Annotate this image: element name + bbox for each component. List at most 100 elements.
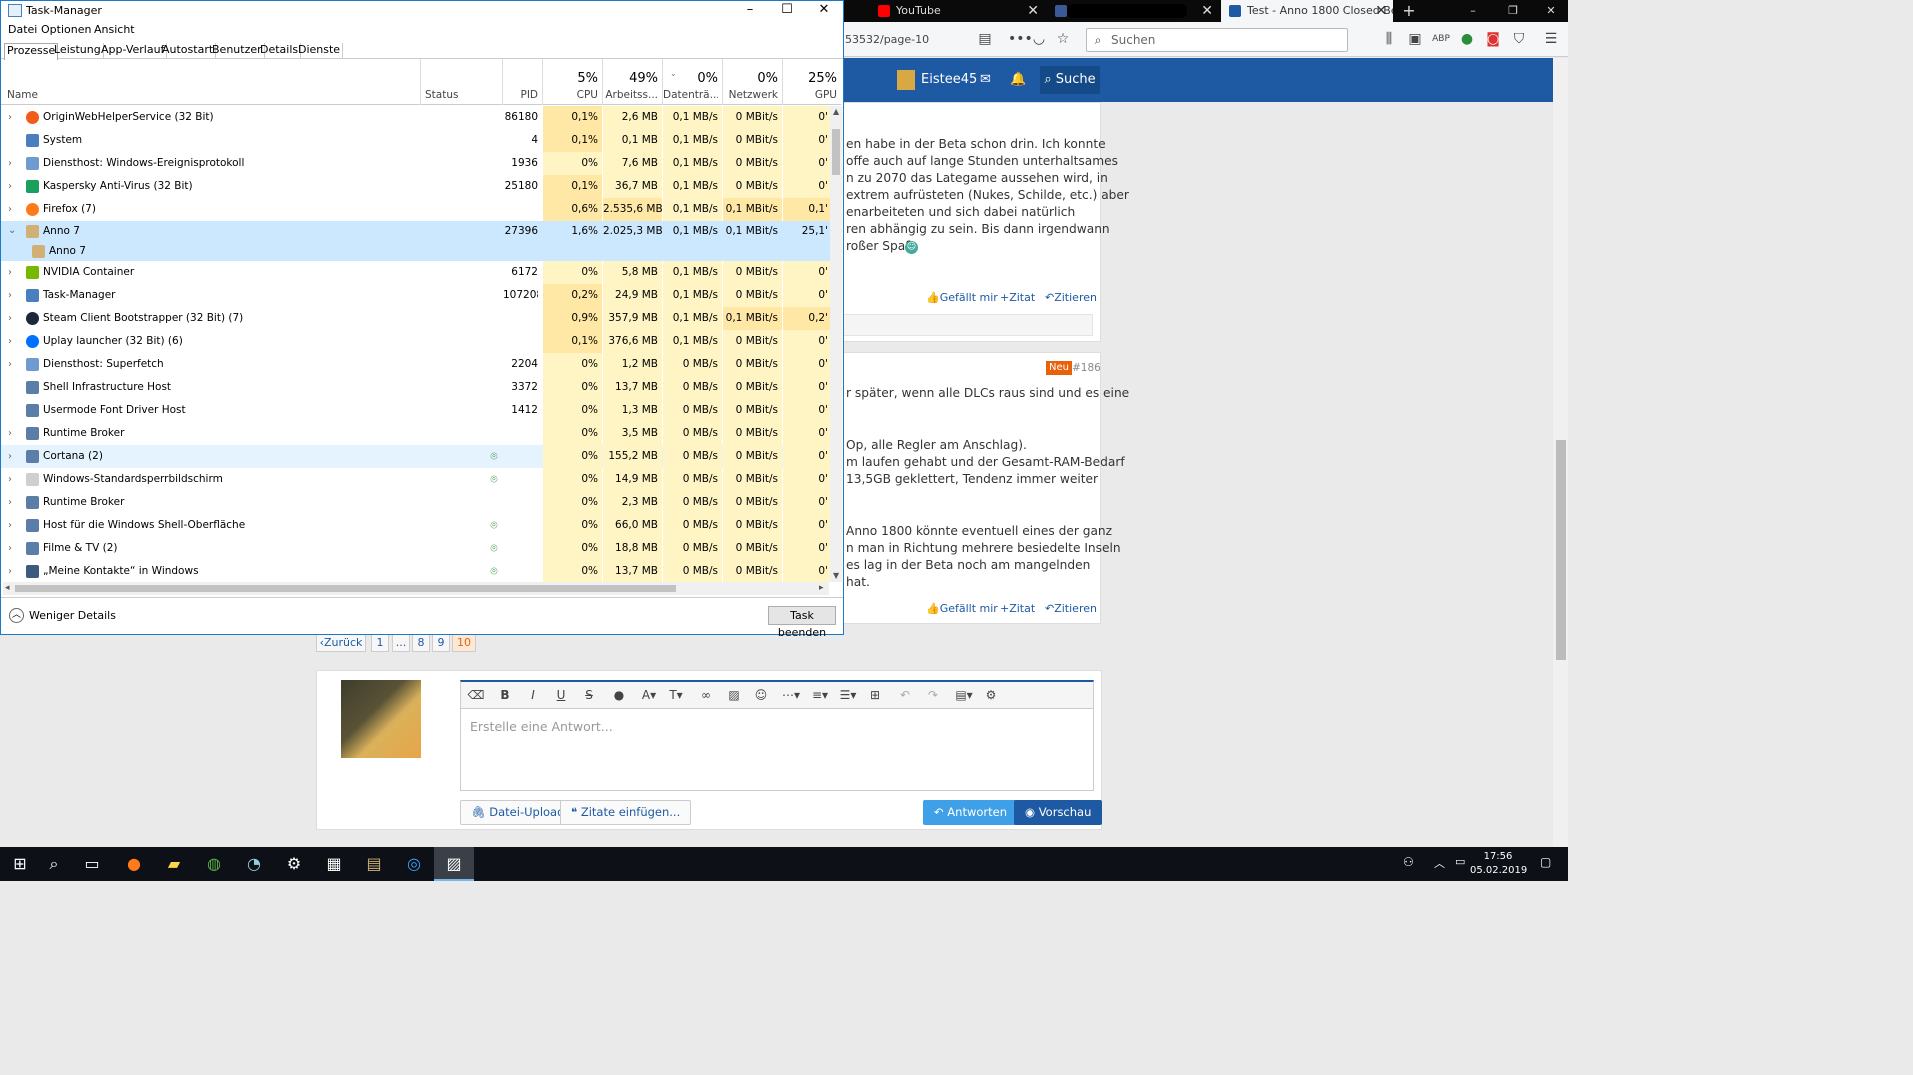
notifications-icon[interactable]: 🔔	[1010, 72, 1026, 87]
expand-chevron-icon[interactable]: ›	[8, 560, 18, 582]
browser-restore-icon[interactable]: ❐	[1500, 0, 1526, 22]
expand-chevron-icon[interactable]: ›	[8, 198, 18, 221]
process-row[interactable]: Shell Infrastructure Host 3372 0% 13,7 MB 0 …	[1, 376, 830, 399]
gear-icon[interactable]: ⚙	[982, 686, 1000, 704]
like-link[interactable]: 👍Gefällt mir	[926, 602, 998, 615]
reply-quote-link[interactable]: ↶Zitieren	[1045, 602, 1097, 615]
process-row[interactable]: › Runtime Broker 0% 2,3 MB 0 MB/s 0 MBit/s 0'	[1, 491, 830, 514]
column-disk[interactable]: Datenträ...	[663, 89, 718, 101]
pagination-page[interactable]: 8	[412, 634, 430, 652]
close-tab-icon[interactable]: ✕	[1201, 0, 1213, 22]
browser-search-input[interactable]: Suchen	[1086, 28, 1348, 52]
library-icon[interactable]: ⫼	[1380, 30, 1398, 48]
search-icon[interactable]: ⌕	[34, 847, 74, 881]
align-icon[interactable]: ≡▾	[809, 686, 831, 704]
expand-chevron-icon[interactable]: ›	[8, 445, 18, 468]
table-icon[interactable]: ⊞	[866, 686, 884, 704]
expand-chevron-icon[interactable]: ›	[8, 353, 18, 376]
fewer-details-link[interactable]: Weniger Details	[9, 608, 116, 624]
save-draft-icon[interactable]: ▤▾	[953, 686, 975, 704]
tab-services[interactable]: Dienste	[296, 43, 344, 59]
menu-options[interactable]: Optionen	[41, 23, 91, 37]
process-row[interactable]: › „Meine Kontakte“ in Windows ⌾ 0% 13,7 MB 0 …	[1, 560, 830, 582]
expand-chevron-icon[interactable]: ›	[8, 175, 18, 198]
tab-processes[interactable]: Prozesse	[4, 43, 59, 60]
scroll-up-icon[interactable]: ▲	[833, 107, 839, 116]
pocket-icon[interactable]: ◡	[1030, 30, 1048, 48]
tab-performance[interactable]: Leistung	[52, 43, 104, 59]
anno-icon[interactable]: ▤	[354, 847, 394, 881]
clock-date[interactable]: 05.02.2019	[1470, 864, 1527, 878]
record-extension-icon[interactable]: ◙	[1484, 30, 1502, 48]
new-tab-button[interactable]: +	[1396, 0, 1422, 22]
horizontal-scroll-thumb[interactable]	[15, 585, 676, 592]
process-row[interactable]: › Windows-Standardsperrbildschirm ⌾ 0% 14,9 …	[1, 468, 830, 491]
reader-view-icon[interactable]: ▤	[976, 30, 994, 48]
process-row[interactable]: Usermode Font Driver Host 1412 0% 1,3 MB 0 M…	[1, 399, 830, 422]
italic-icon[interactable]: I	[524, 686, 542, 704]
scroll-left-icon[interactable]: ◂	[5, 583, 10, 593]
expand-chevron-icon[interactable]: ›	[8, 307, 18, 330]
steam-icon[interactable]: ◔	[234, 847, 274, 881]
process-row[interactable]: › Host für die Windows Shell-Oberfläche ⌾ 0…	[1, 514, 830, 537]
expand-chevron-icon[interactable]: ›	[8, 261, 18, 284]
process-row[interactable]: › NVIDIA Container 6172 0% 5,8 MB 0,1 MB/s 0 M…	[1, 261, 830, 284]
process-row[interactable]: › Steam Client Bootstrapper (32 Bit) (7) 0…	[1, 307, 830, 330]
globe-icon[interactable]: ◍	[194, 847, 234, 881]
underline-icon[interactable]: U	[552, 686, 570, 704]
tab-startup[interactable]: Autostart	[160, 43, 217, 59]
reply-quote-link[interactable]: ↶Zitieren	[1045, 291, 1097, 304]
more-icon[interactable]: ⋯▾	[780, 686, 802, 704]
minimize-icon[interactable]: –	[732, 1, 768, 21]
task-view-icon[interactable]: ▭	[72, 847, 112, 881]
expand-chevron-icon[interactable]: ›	[8, 491, 18, 514]
expand-chevron-icon[interactable]: ›	[8, 106, 18, 129]
process-row[interactable]: › Cortana (2) ⌾ 0% 155,2 MB 0 MB/s 0 MBit/s 0'	[1, 445, 830, 468]
people-icon[interactable]: ⚇	[1403, 855, 1414, 869]
eraser-icon[interactable]: ⌫	[467, 686, 485, 704]
post-number[interactable]: #186	[1072, 361, 1101, 375]
browser-minimize-icon[interactable]: –	[1460, 0, 1486, 22]
bold-icon[interactable]: B	[496, 686, 514, 704]
notification-center-icon[interactable]: ▢	[1540, 855, 1551, 869]
user-menu[interactable]: Eistee45	[897, 66, 977, 94]
link-icon[interactable]: ∞	[697, 686, 715, 704]
tab-active-forum[interactable]: Test - Anno 1800 Closed Beta ✕	[1221, 0, 1393, 22]
process-row[interactable]: › OriginWebHelperService (32 Bit) 86180 0,1…	[1, 106, 830, 129]
pagination-prev[interactable]: ‹Zurück	[316, 634, 366, 652]
quote-add-link[interactable]: +Zitat	[1000, 291, 1035, 304]
process-row[interactable]: › Firefox (7) 0,6% 2.535,6 MB 0,1 MB/s 0,1 MB…	[1, 198, 830, 221]
chevron-up-icon[interactable]: ︿	[1434, 855, 1445, 871]
messages-icon[interactable]: ✉	[980, 72, 991, 87]
browser-scroll-thumb[interactable]	[1556, 440, 1566, 660]
vertical-scroll-thumb[interactable]	[832, 129, 840, 175]
tab-app-history[interactable]: App-Verlauf	[99, 43, 168, 59]
pagination-page[interactable]: 1	[371, 634, 389, 652]
process-row[interactable]: › Uplay launcher (32 Bit) (6) 0,1% 376,6 MB…	[1, 330, 830, 353]
expand-chevron-icon[interactable]: ›	[8, 330, 18, 353]
close-tab-icon[interactable]: ✕	[1027, 0, 1039, 22]
tab-youtube[interactable]: YouTube ✕	[870, 0, 1045, 22]
like-link[interactable]: 👍Gefällt mir	[926, 291, 998, 304]
file-upload-button[interactable]: 🖇 Datei-Upload	[460, 800, 576, 825]
url-bar[interactable]: 53532/page-10	[843, 29, 975, 51]
font-size-icon[interactable]: T▾	[665, 686, 687, 704]
process-row[interactable]: › Diensthost: Windows-Ereignisprotokoll 19…	[1, 152, 830, 175]
sidebar-icon[interactable]: ▣	[1406, 30, 1424, 48]
column-pid[interactable]: PID	[503, 89, 538, 101]
vertical-scrollbar[interactable]	[830, 106, 842, 582]
expand-chevron-icon[interactable]: ›	[8, 537, 18, 560]
shield-icon[interactable]: ⛉	[1510, 30, 1528, 48]
color-drop-icon[interactable]: ●	[610, 686, 628, 704]
menu-view[interactable]: Ansicht	[94, 23, 135, 37]
menu-file[interactable]: Datei	[8, 23, 37, 37]
process-row[interactable]: ⌄ Anno 7 27396 1,6% 2.025,3 MB 0,1 MB/s 0,1 MB…	[1, 221, 830, 241]
adblock-icon[interactable]: ABP	[1432, 30, 1450, 48]
reply-button[interactable]: ↶ Antworten	[923, 800, 1019, 825]
column-network[interactable]: Netzwerk	[723, 89, 778, 101]
title-bar[interactable]	[1, 1, 843, 23]
close-icon[interactable]: ✕	[806, 1, 842, 21]
process-row[interactable]: › Diensthost: Superfetch 2204 0% 1,2 MB 0 MB/…	[1, 353, 830, 376]
preview-button[interactable]: ◉ Vorschau	[1014, 800, 1103, 825]
maximize-icon[interactable]: ☐	[769, 1, 805, 21]
